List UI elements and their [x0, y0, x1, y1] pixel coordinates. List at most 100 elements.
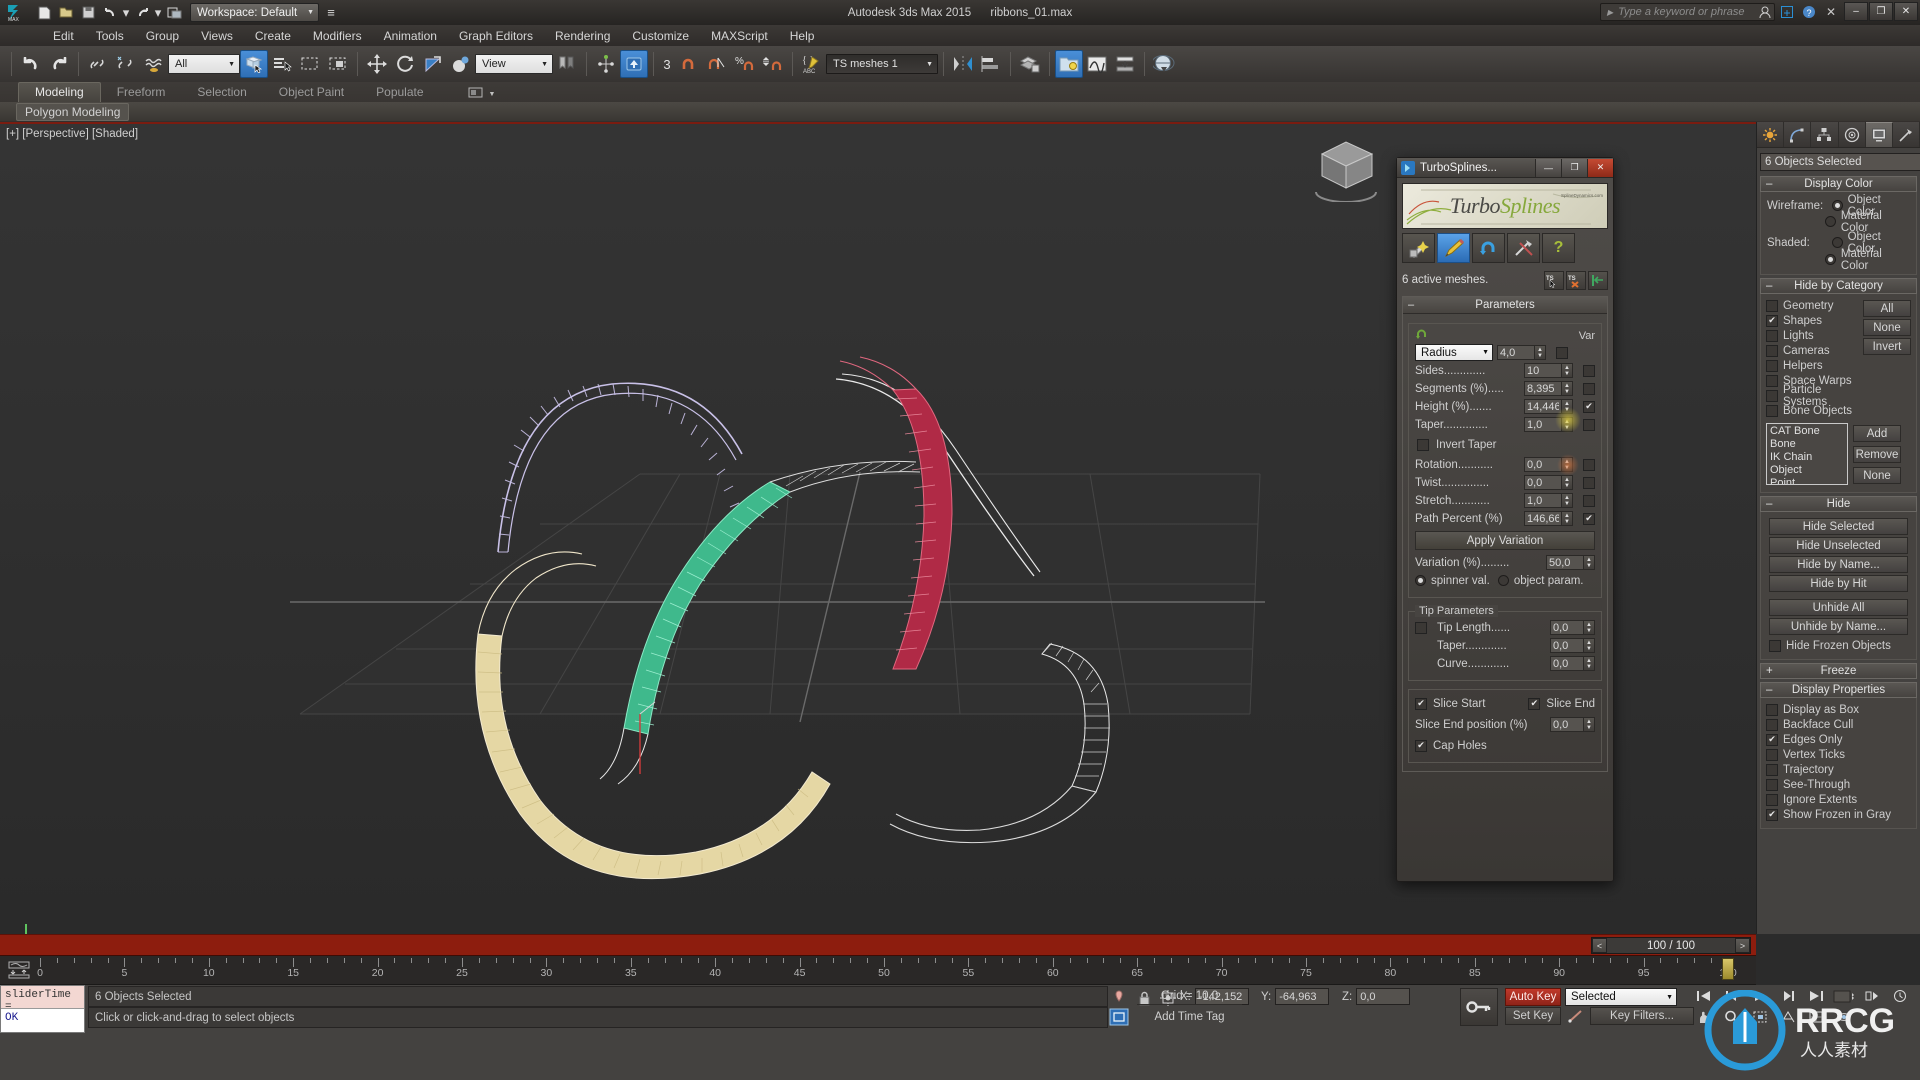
wireframe-material-color-radio[interactable] [1824, 216, 1836, 227]
spinner-arrows-icon[interactable]: ▲ ▼ [1562, 381, 1573, 396]
help-circle-icon[interactable]: ? [1800, 3, 1818, 21]
field-of-view-icon[interactable] [1774, 1007, 1801, 1027]
spinner-snap-toggle-icon[interactable] [759, 50, 787, 78]
expand-icon[interactable]: + [1766, 665, 1773, 677]
invert-taper-checkbox[interactable] [1417, 438, 1429, 451]
hierarchy-tab[interactable] [1811, 122, 1839, 147]
unlink-selection-icon[interactable] [112, 50, 140, 78]
minimize-button[interactable]: – [1844, 2, 1868, 21]
height-input[interactable] [1524, 399, 1562, 414]
sides-input[interactable] [1524, 363, 1562, 378]
list-item[interactable]: Bone [1770, 438, 1844, 451]
shaded-object-color-radio[interactable] [1831, 237, 1843, 248]
object-name-input[interactable] [1760, 153, 1920, 171]
maximize-viewport-toggle-icon[interactable] [1802, 1007, 1829, 1027]
none-category-button[interactable]: None [1853, 467, 1901, 484]
update-refresh-icon[interactable] [1472, 233, 1505, 263]
time-playhead[interactable] [1722, 958, 1734, 980]
named-selection-set-dropdown[interactable]: TS meshes 1 ▼ [826, 54, 938, 74]
listener-input-line[interactable]: sliderTime = [1, 986, 84, 1013]
radius-spinner[interactable]: ▲▼ [1497, 345, 1546, 360]
rectangular-selection-region-icon[interactable] [296, 50, 324, 78]
spinner-arrows-icon[interactable]: ▲ ▼ [1562, 511, 1573, 526]
spinner-arrows-icon[interactable]: ▲ ▼ [1535, 345, 1546, 360]
utilities-tab[interactable] [1893, 122, 1920, 147]
pan-view-icon[interactable] [1690, 1007, 1717, 1027]
variation-spinner[interactable]: ▲▼ [1546, 555, 1595, 570]
collapse-icon[interactable]: – [1766, 280, 1772, 292]
hide-by-name-button[interactable]: Hide by Name... [1769, 556, 1908, 573]
select-and-scale-icon[interactable] [419, 50, 447, 78]
apply-variation-button[interactable]: Apply Variation [1415, 531, 1595, 550]
hide-unselected-button[interactable]: Hide Unselected [1769, 537, 1908, 554]
menu-customize[interactable]: Customize [621, 27, 700, 45]
menu-animation[interactable]: Animation [373, 27, 448, 45]
delete-ts-meshes-icon[interactable]: TS [1566, 270, 1586, 290]
menu-edit[interactable]: Edit [42, 27, 85, 45]
hide-space-warps-checkbox[interactable] [1766, 374, 1778, 387]
ignore-extents-checkbox[interactable] [1766, 793, 1778, 806]
undo-dropdown-icon[interactable]: ▾ [122, 3, 130, 23]
project-folder-icon[interactable] [164, 3, 184, 23]
signin-icon[interactable] [1756, 3, 1774, 21]
stretch-spinner[interactable]: ▲▼ [1524, 493, 1573, 508]
hide-all-button[interactable]: All [1863, 300, 1911, 317]
object-param-radio[interactable] [1497, 575, 1509, 586]
segments-var-checkbox[interactable] [1583, 382, 1595, 395]
spinner-arrows-icon[interactable]: ▲ ▼ [1562, 475, 1573, 490]
remove-category-button[interactable]: Remove [1853, 446, 1901, 463]
select-by-name-icon[interactable] [268, 50, 296, 78]
menu-maxscript[interactable]: MAXScript [700, 27, 779, 45]
slice-start-checkbox[interactable] [1415, 697, 1427, 710]
segments-input[interactable] [1524, 381, 1562, 396]
dialog-maximize-button[interactable]: ❐ [1561, 158, 1587, 177]
current-frame-box[interactable]: < 100 / 100 > [1591, 937, 1751, 954]
orbit-icon[interactable] [1830, 1007, 1857, 1027]
trajectory-checkbox[interactable] [1766, 763, 1778, 776]
collapse-icon[interactable]: – [1766, 684, 1772, 696]
go-to-start-icon[interactable] [1690, 986, 1717, 1006]
collapse-icon[interactable]: – [1766, 498, 1772, 510]
set-key-button[interactable]: Set Key [1505, 1007, 1561, 1025]
list-item[interactable]: CAT Bone [1770, 425, 1844, 438]
tip-length-input[interactable] [1550, 620, 1584, 635]
open-mini-curve-editor-icon[interactable] [6, 960, 32, 980]
zoom-extents-icon[interactable] [1746, 1007, 1773, 1027]
twist-input[interactable] [1524, 475, 1562, 490]
next-frame-button[interactable]: > [1735, 938, 1750, 953]
mirror-icon[interactable] [949, 50, 977, 78]
hide-frozen-objects-checkbox[interactable] [1769, 639, 1781, 652]
list-item[interactable]: IK Chain Object [1770, 451, 1844, 477]
hide-helpers-checkbox[interactable] [1766, 359, 1778, 372]
select-object-icon[interactable] [240, 50, 268, 78]
save-file-icon[interactable] [78, 3, 98, 23]
redo-toolbar-icon[interactable] [45, 50, 73, 78]
menu-views[interactable]: Views [190, 27, 244, 45]
menu-group[interactable]: Group [135, 27, 190, 45]
collapse-icon[interactable]: – [1408, 299, 1414, 311]
qa-overflow-icon[interactable]: ≡ [321, 3, 341, 23]
ribbon-tab-freeform[interactable]: Freeform [101, 83, 182, 102]
undo-icon[interactable] [100, 3, 120, 23]
reset-variation-icon[interactable] [1415, 328, 1428, 344]
edit-named-selection-sets-icon[interactable]: { } ABC [798, 50, 826, 78]
hide-shapes-checkbox[interactable] [1766, 314, 1778, 327]
close-small-icon[interactable]: ✕ [1822, 3, 1840, 21]
redo-icon[interactable] [132, 3, 152, 23]
select-and-move-icon[interactable] [363, 50, 391, 78]
ribbon-tab-modeling[interactable]: Modeling [18, 82, 101, 102]
hide-by-hit-button[interactable]: Hide by Hit [1769, 575, 1908, 592]
vertex-ticks-checkbox[interactable] [1766, 748, 1778, 761]
sides-spinner[interactable]: ▲▼ [1524, 363, 1573, 378]
tip-length-checkbox[interactable] [1415, 621, 1427, 634]
path-percent-input[interactable] [1524, 511, 1562, 526]
display-color-header[interactable]: – Display Color [1760, 176, 1917, 192]
sides-var-checkbox[interactable] [1583, 364, 1595, 377]
menu-graph-editors[interactable]: Graph Editors [448, 27, 544, 45]
rotation-var-checkbox[interactable] [1583, 458, 1595, 471]
spinner-arrows-icon[interactable]: ▲ ▼ [1584, 638, 1595, 653]
hide-particle-systems-checkbox[interactable] [1766, 389, 1778, 402]
spinner-arrows-icon[interactable]: ▲ ▼ [1562, 457, 1573, 472]
ribbon-tab-populate[interactable]: Populate [360, 83, 439, 102]
twist-var-checkbox[interactable] [1583, 476, 1595, 489]
